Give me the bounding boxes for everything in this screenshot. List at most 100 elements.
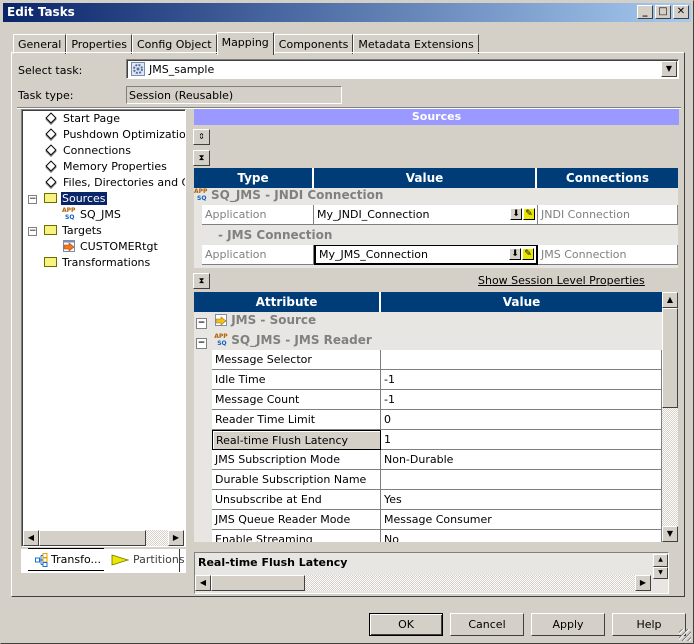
pencil-edit-button[interactable]: ✎ <box>522 248 534 260</box>
attribute-name-cell[interactable]: Message Count <box>212 390 381 410</box>
description-horizontal-scrollbar[interactable]: ◀ ▶ <box>195 575 651 591</box>
attribute-name-cell[interactable]: Enable Streaming <box>212 530 381 542</box>
resize-grip[interactable] <box>679 629 691 641</box>
tab-properties[interactable]: Properties <box>66 34 132 54</box>
scroll-right-button[interactable]: ▶ <box>168 530 184 546</box>
attribute-value-cell[interactable] <box>381 350 662 370</box>
tree-item-files-directories[interactable]: Files, Directories and Commands <box>44 175 185 191</box>
diamond-icon <box>45 112 57 124</box>
scroll-up-button[interactable]: ▲ <box>653 554 668 567</box>
jndi-type-cell: Application <box>202 205 314 225</box>
attribute-name-cell[interactable]: Message Selector <box>212 350 381 370</box>
attribute-value-cell[interactable]: -1 <box>381 390 662 410</box>
expand-icon: ⇕ <box>198 132 205 141</box>
tree-item-targets[interactable]: Targets <box>44 223 103 239</box>
arrow-down-button[interactable]: ⬇ <box>509 248 521 260</box>
tab-components[interactable]: Components <box>273 34 354 54</box>
attribute-name-cell[interactable]: Reader Time Limit <box>212 410 381 430</box>
select-task-value: JMS_sample <box>149 63 215 76</box>
attribute-value-cell[interactable]: No <box>381 530 662 542</box>
tree-item-transformations[interactable]: Transformations <box>44 255 151 271</box>
tab-transformations[interactable]: Transfo... <box>28 548 104 571</box>
attribute-name-cell[interactable]: Durable Subscription Name <box>212 470 381 490</box>
select-task-dropdown[interactable]: JMS_sample ▼ <box>126 59 679 79</box>
pencil-edit-button[interactable]: ✎ <box>523 208 535 220</box>
scroll-left-button[interactable]: ◀ <box>195 575 211 591</box>
attribute-name-cell[interactable]: JMS Queue Reader Mode <box>212 510 381 530</box>
tree-item-connections[interactable]: Connections <box>44 143 132 159</box>
attribute-value-cell[interactable]: 0 <box>381 410 662 430</box>
tab-partitions[interactable]: Partitions <box>104 549 185 572</box>
jms-type-cell: Application <box>202 245 314 265</box>
expand-all-button[interactable]: ⇕ <box>193 129 210 145</box>
collapse-icon: ⧗ <box>198 276 205 285</box>
partitions-icon <box>111 554 130 566</box>
scroll-thumb[interactable] <box>662 308 678 408</box>
apply-button[interactable]: Apply <box>531 613 605 636</box>
tab-general[interactable]: General <box>13 34 67 54</box>
tab-mapping[interactable]: Mapping <box>216 32 274 55</box>
tree-item-sources[interactable]: Sources <box>44 191 107 207</box>
scroll-down-button[interactable]: ▼ <box>662 526 678 542</box>
dropdown-button[interactable]: ▼ <box>661 61 677 77</box>
edit-tasks-dialog: Edit Tasks _ □ ✕ General Properties Conf… <box>0 0 694 644</box>
minimize-button[interactable]: _ <box>637 5 653 19</box>
scroll-right-button[interactable]: ▶ <box>635 575 651 591</box>
attribute-name-cell[interactable]: Real-time Flush Latency <box>212 430 381 450</box>
tree-item-memory-properties[interactable]: Memory Properties <box>44 159 168 175</box>
scroll-left-button[interactable]: ◀ <box>23 530 39 546</box>
attribute-name-cell[interactable]: Idle Time <box>212 370 381 390</box>
attribute-value-cell[interactable] <box>381 470 662 490</box>
task-type-field: Session (Reusable) <box>126 86 342 104</box>
diamond-icon <box>45 176 57 188</box>
tree-item-pushdown-optimization[interactable]: Pushdown Optimization <box>44 127 185 143</box>
attribute-value-cell[interactable]: -1 <box>381 370 662 390</box>
description-box: Real-time Flush Latency ◀ ▶ ▲ ▼ <box>194 552 669 594</box>
jms-value-cell[interactable]: My_JMS_Connection ⬇ ✎ <box>314 245 538 265</box>
arrow-down-icon: ▼ <box>666 529 674 538</box>
connections-table: Type Value Connections APP SQ SQ_JMS - JND… <box>194 168 678 268</box>
collapse-attributes-button[interactable]: ⧗ <box>193 273 210 289</box>
attribute-value-cell[interactable]: Message Consumer <box>381 510 662 530</box>
group-row-jms-source[interactable]: − JMS - Source <box>196 310 316 330</box>
cancel-button[interactable]: Cancel <box>450 613 524 636</box>
sources-panel: Sources ⇕ ⧗ Type Value Connections APP SQ… <box>192 108 681 595</box>
collapse-button[interactable]: ⧗ <box>193 150 210 166</box>
attribute-name-cell[interactable]: JMS Subscription Mode <box>212 450 381 470</box>
arrow-right-icon: ▶ <box>172 533 180 542</box>
attribute-value-cell[interactable]: 1 <box>381 430 662 450</box>
scroll-thumb[interactable] <box>39 530 146 546</box>
transformations-icon <box>35 553 48 567</box>
folder-icon <box>44 225 57 235</box>
attribute-value-cell[interactable]: Non-Durable <box>381 450 662 470</box>
attribute-name-cell[interactable]: Unsubscribe at End <box>212 490 381 510</box>
group-row-sq-jms-reader[interactable]: − APP SQ SQ_JMS - JMS Reader <box>196 330 372 350</box>
tree-item-sq-jms[interactable]: APP SQ SQ_JMS <box>62 207 122 223</box>
group-row-jndi: APP SQ SQ_JMS - JNDI Connection <box>194 187 384 202</box>
maximize-icon: □ <box>658 6 668 17</box>
help-button[interactable]: Help <box>612 613 686 636</box>
collapse-targets-toggle[interactable]: − <box>28 227 37 236</box>
arrow-down-button[interactable]: ⬇ <box>510 208 522 220</box>
attribute-value-cell[interactable]: Yes <box>381 490 662 510</box>
collapse-toggle[interactable]: − <box>196 318 207 329</box>
maximize-button[interactable]: □ <box>655 5 671 19</box>
tab-config-object[interactable]: Config Object <box>131 34 217 54</box>
scroll-down-button[interactable]: ▼ <box>653 567 668 579</box>
tree-item-start-page[interactable]: Start Page <box>44 111 121 127</box>
jndi-value-cell[interactable]: My_JNDI_Connection ⬇ ✎ <box>314 205 538 225</box>
diamond-icon <box>45 160 57 172</box>
target-icon <box>63 240 75 252</box>
close-button[interactable]: ✕ <box>673 5 689 19</box>
collapse-sources-toggle[interactable]: − <box>28 195 37 204</box>
scroll-thumb[interactable] <box>211 575 305 591</box>
ok-button[interactable]: OK <box>369 613 443 636</box>
tab-metadata-extensions[interactable]: Metadata Extensions <box>353 34 479 54</box>
arrow-left-icon: ◀ <box>199 578 207 587</box>
tree-item-customer-tgt[interactable]: CUSTOMERtgt <box>62 239 159 255</box>
show-session-level-properties-link[interactable]: Show Session Level Properties <box>478 274 645 287</box>
collapse-toggle[interactable]: − <box>196 338 207 349</box>
attributes-vertical-scrollbar[interactable]: ▲ ▼ <box>662 292 678 542</box>
tree-horizontal-scrollbar[interactable]: ◀ ▶ <box>23 530 184 546</box>
scroll-up-button[interactable]: ▲ <box>662 292 678 308</box>
